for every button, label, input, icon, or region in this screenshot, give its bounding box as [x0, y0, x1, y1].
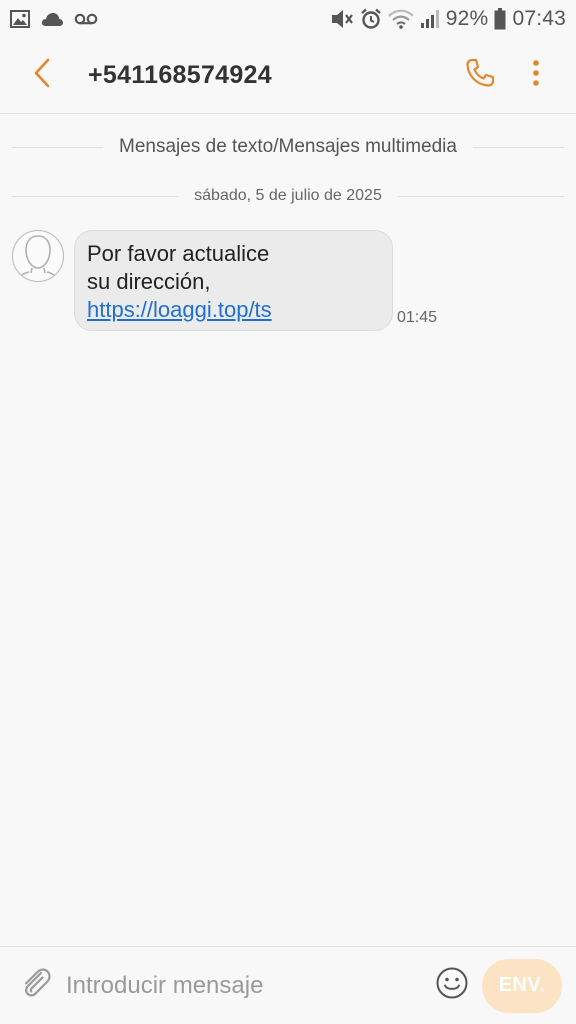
back-icon: [33, 58, 51, 93]
divider-line: [12, 195, 179, 197]
status-right: 92% 07:43: [330, 7, 566, 31]
image-icon: [10, 10, 30, 28]
message-link[interactable]: https://loaggi.top/ts: [87, 296, 380, 324]
thread-type-divider: Mensajes de texto/Mensajes multimedia: [0, 132, 576, 162]
conversation-header: +541168574924: [0, 38, 576, 114]
status-left: [10, 10, 98, 28]
alarm-icon: [360, 8, 382, 30]
emoji-button[interactable]: [430, 964, 474, 1008]
send-button[interactable]: ENV.: [482, 958, 562, 1013]
phone-icon: [464, 57, 496, 94]
more-vert-icon: [532, 59, 540, 92]
wifi-icon: [388, 9, 414, 29]
date-label: sábado, 5 de julio de 2025: [194, 187, 382, 204]
mute-icon: [330, 8, 354, 30]
message-bubble[interactable]: Por favor actualice su dirección, https:…: [74, 230, 393, 331]
contact-number-title: +541168574924: [88, 61, 272, 89]
cloud-icon: [40, 11, 64, 27]
message-timestamp: 01:45: [397, 309, 438, 326]
call-button[interactable]: [452, 38, 508, 114]
battery-icon: [494, 8, 506, 30]
battery-percentage: 92%: [445, 7, 489, 30]
back-button[interactable]: [12, 38, 72, 114]
attach-icon: [19, 966, 53, 1005]
voicemail-icon: [74, 12, 98, 26]
more-options-button[interactable]: [508, 38, 564, 114]
messaging-screen: 92% 07:43 +541168574924 Mensajes de text…: [0, 0, 576, 1024]
person-icon: [13, 231, 63, 281]
status-time: 07:43: [512, 7, 566, 30]
contact-avatar[interactable]: [12, 230, 64, 282]
message-text-line: su dirección,: [87, 269, 211, 294]
message-text-line: Por favor actualice: [87, 241, 270, 266]
divider-line: [472, 146, 564, 148]
attach-button[interactable]: [8, 958, 64, 1014]
signal-icon: [420, 9, 440, 29]
status-bar: 92% 07:43: [0, 0, 576, 38]
date-separator: sábado, 5 de julio de 2025: [0, 183, 576, 209]
divider-line: [12, 146, 104, 148]
message-composer: ENV.: [0, 946, 576, 1024]
thread-type-label: Mensajes de texto/Mensajes multimedia: [119, 136, 457, 157]
emoji-icon: [435, 966, 469, 1005]
divider-line: [397, 195, 564, 197]
message-input[interactable]: [64, 960, 430, 1011]
